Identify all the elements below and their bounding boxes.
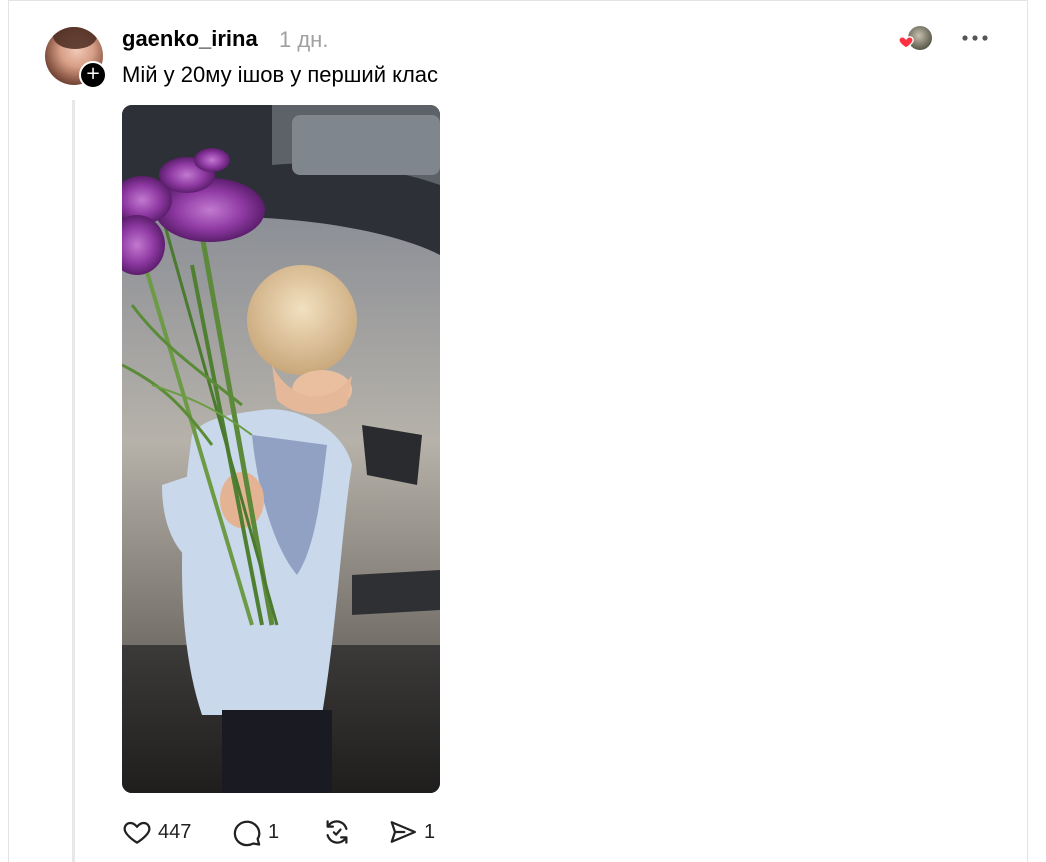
thread-line xyxy=(72,100,75,862)
red-heart-icon xyxy=(898,36,914,49)
post-text: Мій у 20му ішов у перший клас xyxy=(122,62,439,87)
like-count: 447 xyxy=(158,820,192,843)
liked-by-indicator[interactable] xyxy=(898,26,934,52)
like-button[interactable]: 447 xyxy=(122,814,232,850)
share-count: 1 xyxy=(424,820,436,843)
photo-image xyxy=(122,105,440,793)
ellipsis-icon xyxy=(962,35,988,41)
reply-button[interactable]: 1 xyxy=(232,814,322,850)
post-username[interactable]: gaenko_irina xyxy=(122,26,258,52)
post-photo[interactable] xyxy=(122,105,440,793)
repost-button[interactable] xyxy=(322,814,388,850)
author-avatar-wrap[interactable]: + xyxy=(45,27,107,89)
action-bar: 447 1 1 xyxy=(122,814,458,850)
share-button[interactable]: 1 xyxy=(388,814,458,850)
paper-plane-icon xyxy=(390,821,416,843)
reply-count: 1 xyxy=(268,820,280,843)
follow-button[interactable]: + xyxy=(79,61,107,89)
repost-arrows-icon xyxy=(326,820,348,844)
more-options-button[interactable] xyxy=(958,22,992,52)
heart-outline-icon xyxy=(123,821,151,844)
speech-bubble-icon xyxy=(233,820,261,847)
post-timestamp[interactable]: 1 дн. xyxy=(279,27,328,53)
